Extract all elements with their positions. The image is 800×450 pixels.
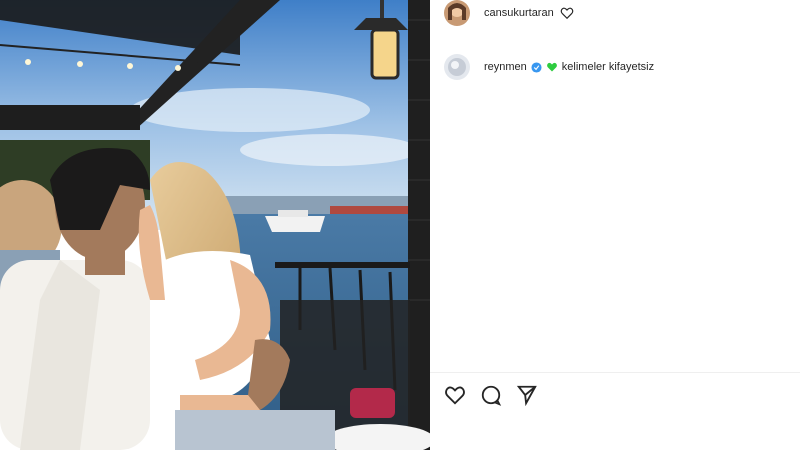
avatar[interactable]: [444, 0, 470, 26]
comment-row: reynmen kelimeler kifayetsiz: [444, 54, 654, 80]
green-heart-icon: [546, 62, 557, 72]
avatar[interactable]: [444, 54, 470, 80]
share-icon[interactable]: [516, 384, 538, 406]
comment-text: kelimeler kifayetsiz: [561, 61, 655, 73]
comment-username[interactable]: reynmen: [484, 61, 527, 73]
heart-icon[interactable]: [560, 6, 574, 20]
comment-icon[interactable]: [480, 384, 502, 406]
verified-badge-icon: [531, 61, 542, 73]
post-author-username[interactable]: cansukurtaran: [484, 7, 554, 19]
post-photo: [0, 0, 430, 450]
post-sidebar: cansukurtaran reynmen kelimeler kifayets…: [430, 0, 800, 450]
divider: [430, 372, 800, 373]
post-header: cansukurtaran: [444, 0, 574, 26]
heart-icon[interactable]: [444, 384, 466, 406]
action-bar: [444, 384, 538, 406]
